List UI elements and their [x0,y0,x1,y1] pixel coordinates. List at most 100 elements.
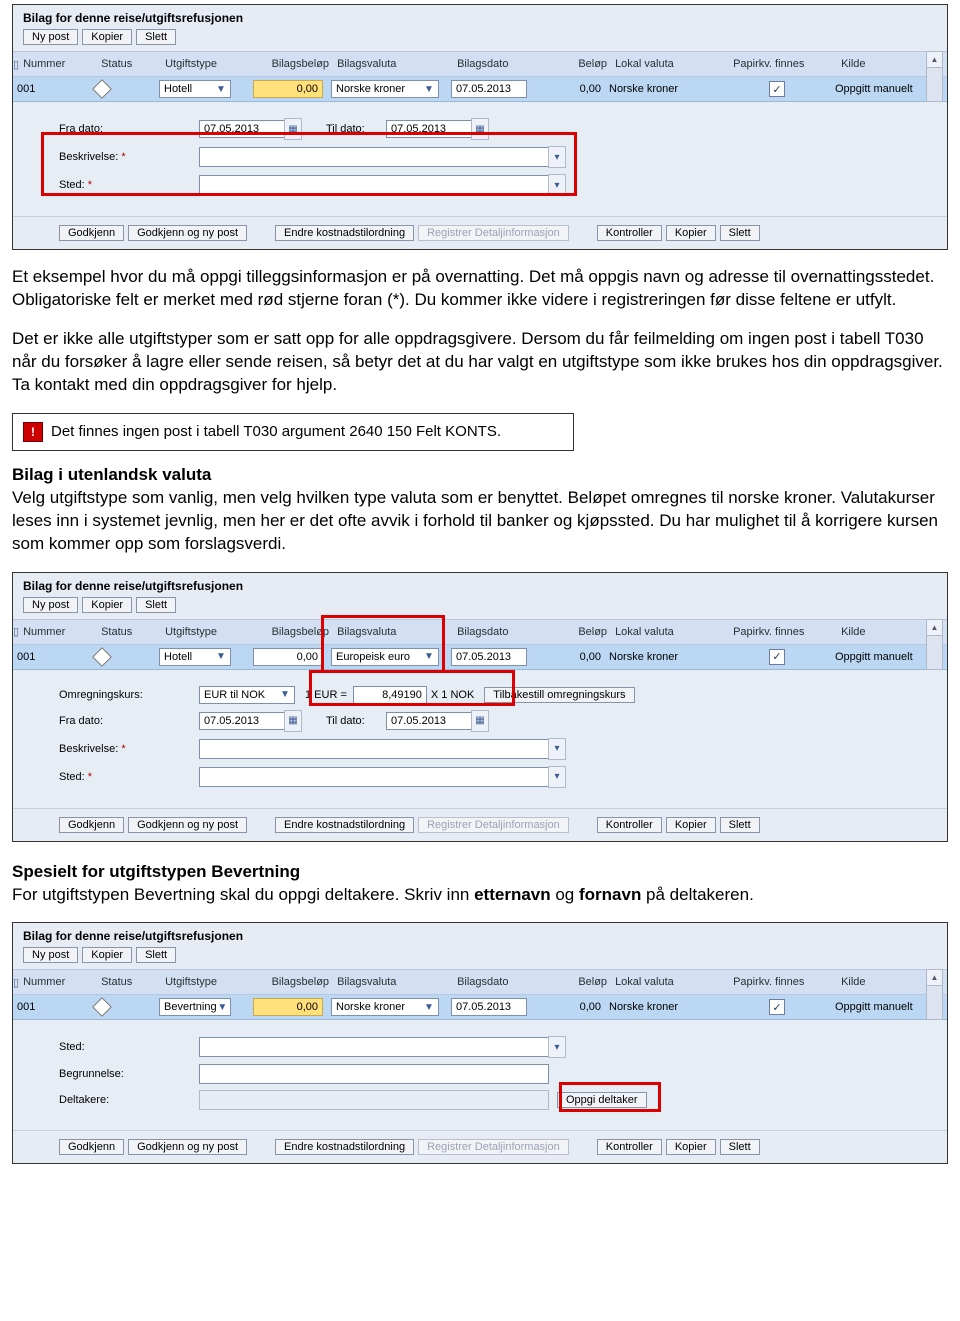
value-help-icon[interactable]: ▾ [548,1036,566,1058]
value-help-icon[interactable]: ▾ [548,766,566,788]
til-dato-input[interactable]: 07.05.2013 [386,712,472,730]
chevron-down-icon: ▼ [214,651,228,662]
table-row[interactable]: 001 Hotell▼ 0,00 Norske kroner▼ 07.05.20… [13,77,947,102]
chevron-down-icon: ▼ [217,1002,228,1013]
col-nummer: Nummer [19,52,97,76]
vertical-scrollbar[interactable]: ▲ [926,969,943,1020]
new-post-button[interactable]: Ny post [23,29,78,45]
scroll-up-icon[interactable]: ▲ [927,970,942,986]
paragraph-2: Det er ikke alle utgiftstyper som er sat… [12,328,948,397]
scroll-up-icon[interactable]: ▲ [927,620,942,636]
bilagsvaluta-dropdown[interactable]: Norske kroner▼ [331,80,439,98]
beskrivelse-input[interactable] [199,739,549,759]
rate-input[interactable]: 8,49190 [353,686,427,704]
fra-dato-input[interactable]: 07.05.2013 [199,120,285,138]
utgiftstype-dropdown[interactable]: Hotell▼ [159,80,231,98]
beskrivelse-label: Beskrivelse: * [59,151,199,163]
bilagsdato-input[interactable]: 07.05.2013 [451,998,527,1016]
action-bar: Godkjenn Godkjenn og ny post Endre kostn… [13,1130,947,1163]
utgiftstype-dropdown[interactable]: Hotell▼ [159,648,231,666]
fra-dato-input[interactable]: 07.05.2013 [199,712,285,730]
bilagsvaluta-dropdown[interactable]: Europeisk euro▼ [331,648,439,666]
deltakere-display [199,1090,549,1110]
col-bilagsbelop: Bilagsbeløp [247,52,333,76]
rate-suffix: X 1 NOK [431,689,474,701]
table-header-row: ▯ Nummer Status Utgiftstype Bilagsbeløp … [13,969,947,995]
approve-new-button[interactable]: Godkjenn og ny post [128,225,247,241]
copy-row-button[interactable]: Kopier [666,225,716,241]
heading-foreign-currency: Bilag i utenlandsk valuta [12,465,948,485]
sted-label: Sted: * [59,179,199,191]
copy-button[interactable]: Kopier [82,947,132,963]
beskrivelse-input[interactable] [199,147,549,167]
attachments-panel-2: Bilag for denne reise/utgiftsrefusjonen … [12,572,948,842]
vertical-scrollbar[interactable]: ▲ [926,619,943,670]
bilagsdato-input[interactable]: 07.05.2013 [451,80,527,98]
copy-row-button[interactable]: Kopier [666,817,716,833]
check-button[interactable]: Kontroller [597,1139,662,1155]
required-asterisk: * [88,179,92,191]
papirkv-checkbox[interactable]: ✓ [769,649,785,665]
action-bar: Godkjenn Godkjenn og ny post Endre kostn… [13,216,947,249]
new-post-button[interactable]: Ny post [23,597,78,613]
copy-row-button[interactable]: Kopier [666,1139,716,1155]
approve-button[interactable]: Godkjenn [59,225,124,241]
begrunnelse-input[interactable] [199,1064,549,1084]
sted-input[interactable] [199,1037,549,1057]
check-button[interactable]: Kontroller [597,225,662,241]
calendar-icon[interactable]: ▦ [471,118,489,140]
table-row[interactable]: 001 Hotell▼ 0,00 Europeisk euro▼ 07.05.2… [13,645,947,670]
required-asterisk: * [121,151,125,163]
delete-row-button[interactable]: Slett [720,1139,760,1155]
chevron-down-icon: ▼ [214,84,228,95]
scroll-up-icon[interactable]: ▲ [927,52,942,68]
bilagsdato-input[interactable]: 07.05.2013 [451,648,527,666]
col-lokalvaluta: Lokal valuta [611,52,729,76]
delete-button[interactable]: Slett [136,947,176,963]
paragraph-1: Et eksempel hvor du må oppgi tilleggsinf… [12,266,948,312]
add-participant-button[interactable]: Oppgi deltaker [557,1092,647,1108]
approve-new-button[interactable]: Godkjenn og ny post [128,1139,247,1155]
check-button[interactable]: Kontroller [597,817,662,833]
change-cost-button[interactable]: Endre kostnadstilordning [275,817,414,833]
bilagsbelop-input[interactable]: 0,00 [253,998,323,1016]
table-row[interactable]: 001 Bevertning▼ 0,00 Norske kroner▼ 07.0… [13,995,947,1020]
reset-rate-button[interactable]: Tilbakestill omregningskurs [484,687,634,703]
approve-button[interactable]: Godkjenn [59,1139,124,1155]
utgiftstype-dropdown[interactable]: Bevertning▼ [159,998,231,1016]
calendar-icon[interactable]: ▦ [284,118,302,140]
panel-title: Bilag for denne reise/utgiftsrefusjonen [13,573,947,597]
currency-pair-dropdown[interactable]: EUR til NOK▼ [199,686,295,704]
conversion-label: Omregningskurs: [59,689,199,701]
new-post-button[interactable]: Ny post [23,947,78,963]
sted-input[interactable] [199,175,549,195]
chevron-down-icon: ▼ [278,689,292,700]
delete-row-button[interactable]: Slett [720,817,760,833]
delete-button[interactable]: Slett [136,29,176,45]
copy-button[interactable]: Kopier [82,597,132,613]
delete-button[interactable]: Slett [136,597,176,613]
change-cost-button[interactable]: Endre kostnadstilordning [275,1139,414,1155]
papirkv-checkbox[interactable]: ✓ [769,81,785,97]
papirkv-checkbox[interactable]: ✓ [769,999,785,1015]
vertical-scrollbar[interactable]: ▲ [926,51,943,102]
calendar-icon[interactable]: ▦ [284,710,302,732]
til-dato-input[interactable]: 07.05.2013 [386,120,472,138]
delete-row-button[interactable]: Slett [720,225,760,241]
chevron-down-icon: ▼ [422,84,436,95]
change-cost-button[interactable]: Endre kostnadstilordning [275,225,414,241]
bilagsbelop-input[interactable]: 0,00 [253,648,323,666]
bilagsvaluta-dropdown[interactable]: Norske kroner▼ [331,998,439,1016]
value-help-icon[interactable]: ▾ [548,738,566,760]
sted-input[interactable] [199,767,549,787]
calendar-icon[interactable]: ▦ [471,710,489,732]
bilagsbelop-input[interactable]: 0,00 [253,80,323,98]
value-help-icon[interactable]: ▾ [548,174,566,196]
copy-button[interactable]: Kopier [82,29,132,45]
value-help-icon[interactable]: ▾ [548,146,566,168]
action-bar: Godkjenn Godkjenn og ny post Endre kostn… [13,808,947,841]
approve-button[interactable]: Godkjenn [59,817,124,833]
approve-new-button[interactable]: Godkjenn og ny post [128,817,247,833]
col-belop: Beløp [547,52,611,76]
fra-dato-label: Fra dato: [59,123,199,135]
